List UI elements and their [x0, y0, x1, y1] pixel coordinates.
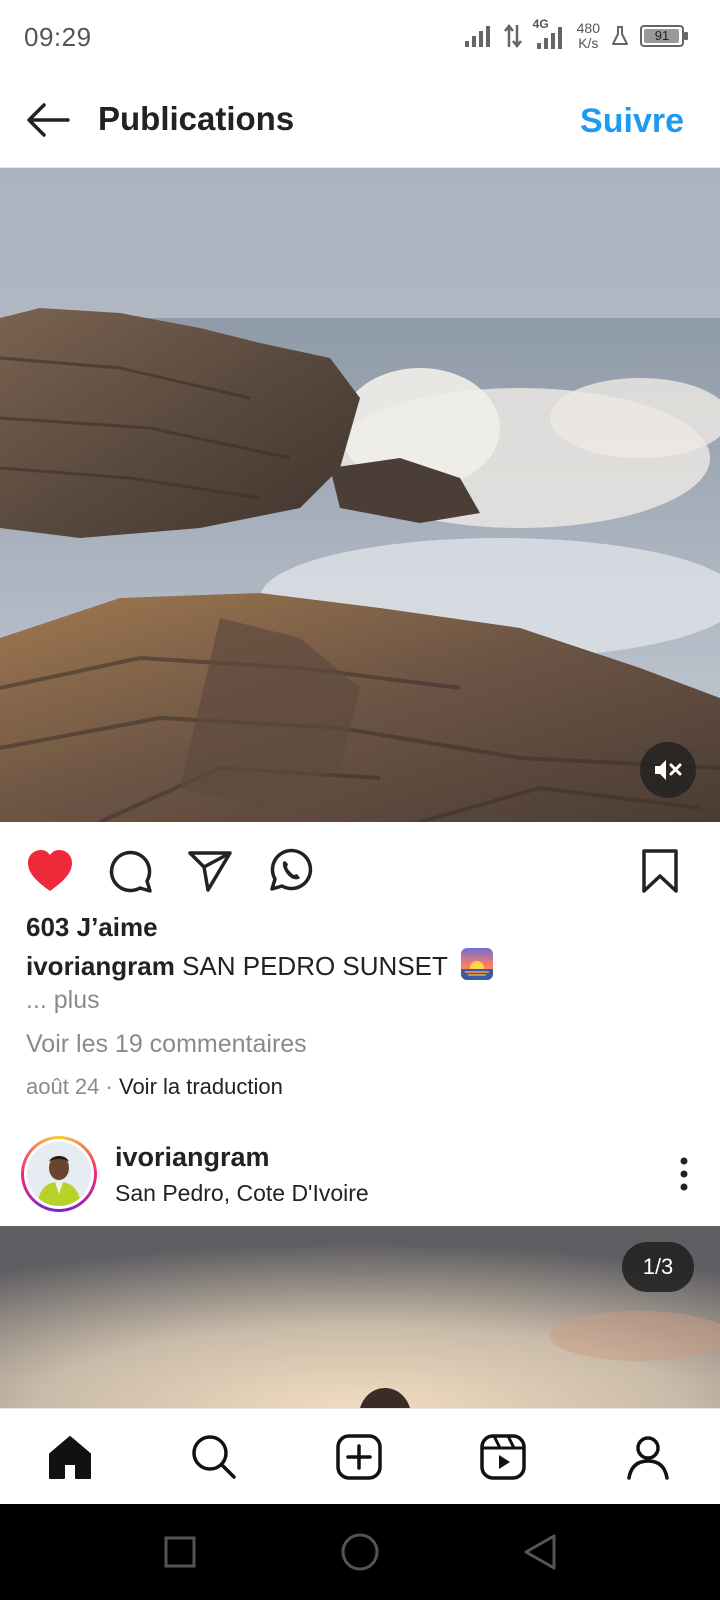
caption-text: SAN PEDRO SUNSET	[182, 951, 448, 981]
comment-icon	[109, 850, 152, 893]
battery-icon: 91	[640, 25, 688, 47]
like-button[interactable]	[24, 846, 76, 896]
view-comments-link[interactable]: Voir les 19 commentaires	[26, 1030, 307, 1059]
carousel-counter: 1/3	[622, 1242, 694, 1292]
bookmark-icon	[642, 849, 678, 893]
search-icon	[192, 1435, 236, 1479]
meta-separator: ·	[105, 1074, 113, 1099]
whatsapp-button[interactable]	[264, 846, 316, 896]
comment-button[interactable]	[104, 846, 156, 896]
post-actions	[0, 842, 720, 898]
recents-icon	[164, 1536, 196, 1568]
save-button[interactable]	[634, 846, 686, 896]
post-location[interactable]: San Pedro, Cote D'Ivoire	[115, 1180, 369, 1207]
back-triangle-icon	[524, 1534, 556, 1570]
system-navigation-bar	[0, 1504, 720, 1600]
status-bar: 09:29 4G 480 K/s 91	[0, 0, 720, 72]
send-icon	[188, 851, 232, 892]
nav-reels[interactable]	[473, 1427, 533, 1487]
signal-icon	[464, 26, 490, 47]
profile-icon	[627, 1436, 669, 1480]
status-time: 09:29	[24, 22, 92, 52]
more-link[interactable]: ... plus	[26, 986, 100, 1015]
nav-search[interactable]	[184, 1427, 244, 1487]
bottom-navigation	[0, 1408, 720, 1504]
battery-level: 91	[654, 28, 670, 43]
speed-unit: K/s	[578, 35, 599, 51]
home-circle-icon	[341, 1533, 379, 1571]
likes-count[interactable]: 603 J’aime	[26, 912, 158, 943]
mute-button[interactable]	[640, 742, 696, 798]
add-post-icon	[336, 1434, 382, 1480]
share-button[interactable]	[184, 846, 236, 896]
avatar	[27, 1142, 91, 1206]
next-post-image[interactable]: 1/3	[0, 1226, 720, 1408]
post-caption: ivoriangram SAN PEDRO SUNSET	[26, 948, 493, 982]
reels-icon	[480, 1434, 526, 1480]
caption-username[interactable]: ivoriangram	[26, 951, 175, 981]
top-app-bar: Publications Suivre	[0, 72, 720, 168]
arrow-left-icon	[27, 103, 70, 137]
story-ring[interactable]	[21, 1136, 97, 1212]
post-video-frame	[0, 168, 720, 822]
volume-muted-icon	[655, 760, 682, 780]
status-icons: 4G 480 K/s 91	[463, 17, 688, 54]
recents-button[interactable]	[158, 1530, 202, 1574]
follow-button[interactable]: Suivre	[580, 102, 684, 141]
speed-value: 480	[576, 20, 600, 36]
post-video[interactable]	[0, 168, 720, 822]
more-vertical-icon	[680, 1157, 688, 1191]
data-transfer-icon	[503, 23, 522, 49]
nav-profile[interactable]	[618, 1427, 678, 1487]
network-speed: 480 K/s	[577, 21, 600, 51]
author-username[interactable]: ivoriangram	[115, 1142, 270, 1173]
flask-icon	[612, 26, 628, 45]
whatsapp-icon	[270, 848, 313, 891]
next-post-header: ivoriangram San Pedro, Cote D'Ivoire	[0, 1128, 720, 1224]
more-options-button[interactable]	[668, 1150, 700, 1198]
home-system-button[interactable]	[338, 1530, 382, 1574]
sunset-emoji-icon	[460, 948, 493, 980]
back-button[interactable]	[22, 94, 74, 146]
post-date: août 24	[26, 1074, 100, 1099]
heart-icon	[28, 850, 72, 891]
back-system-button[interactable]	[518, 1530, 562, 1574]
next-post-photo	[0, 1226, 720, 1408]
translate-link[interactable]: Voir la traduction	[119, 1074, 283, 1099]
signal-4g-icon: 4G	[533, 17, 567, 51]
home-icon	[49, 1436, 91, 1479]
post-meta: août 24 · Voir la traduction	[26, 1074, 283, 1100]
page-title: Publications	[98, 100, 295, 137]
nav-create[interactable]	[329, 1427, 389, 1487]
nav-home[interactable]	[40, 1427, 100, 1487]
